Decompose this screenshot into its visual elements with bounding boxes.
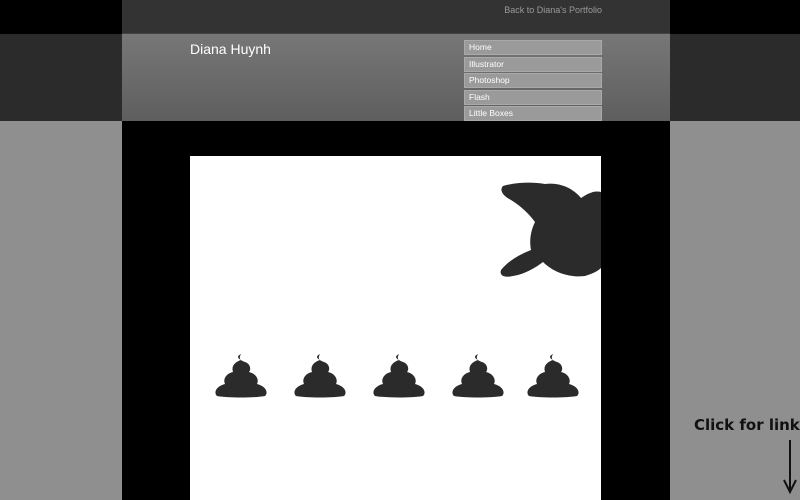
poop-icon bbox=[294, 354, 346, 398]
site-title: Diana Huynh bbox=[190, 41, 271, 57]
page-column: Back to Diana's Portfolio Diana Huynh Ho… bbox=[122, 0, 670, 500]
animation-stage[interactable] bbox=[190, 156, 601, 500]
nav-item-photoshop[interactable]: Photoshop bbox=[464, 73, 602, 88]
poop-icon bbox=[452, 354, 504, 398]
site-header: Diana Huynh Home Illustrator Photoshop F… bbox=[122, 34, 670, 121]
back-to-portfolio-link[interactable]: Back to Diana's Portfolio bbox=[504, 5, 602, 15]
arrow-down-icon bbox=[783, 440, 797, 494]
poop-icon bbox=[527, 354, 579, 398]
poop-icon bbox=[373, 354, 425, 398]
nav-item-home[interactable]: Home bbox=[464, 40, 602, 55]
top-bar: Back to Diana's Portfolio bbox=[122, 0, 670, 34]
click-for-link-hint: Click for link bbox=[694, 416, 800, 434]
poop-icon bbox=[215, 354, 267, 398]
nav-item-illustrator[interactable]: Illustrator bbox=[464, 56, 602, 72]
cat-head-silhouette bbox=[500, 182, 601, 277]
nav-item-little-boxes[interactable]: Little Boxes bbox=[464, 106, 602, 121]
nav-item-flash[interactable]: Flash bbox=[464, 89, 602, 105]
nav-menu: Home Illustrator Photoshop Flash Little … bbox=[464, 40, 602, 123]
